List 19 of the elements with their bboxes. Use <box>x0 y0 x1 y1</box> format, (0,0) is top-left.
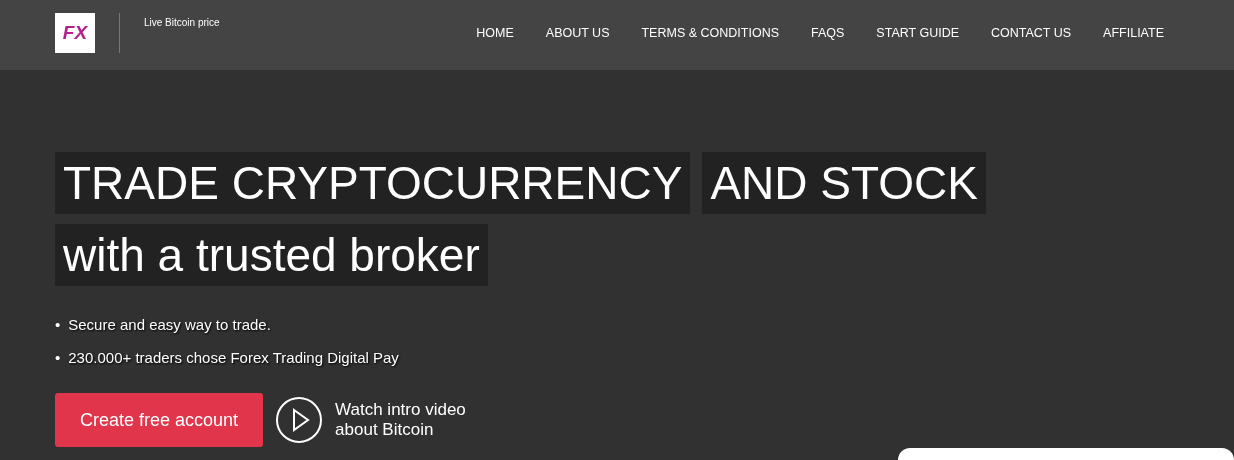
headline: AND STOCK <box>702 152 986 214</box>
create-account-button[interactable]: Create free account <box>55 393 264 447</box>
nav-link[interactable]: CONTACT US <box>991 26 1072 40</box>
bullet-text: 230.000+ traders chose Forex Trading Digital Pay <box>68 349 400 367</box>
play-icon[interactable] <box>275 396 324 444</box>
nav-link[interactable]: FAQS <box>811 26 845 40</box>
bullet-text: Secure and easy way to trade. <box>68 316 272 334</box>
headline: TRADE CRYPTOCURRENCY <box>55 152 691 214</box>
headline: with a trusted broker <box>55 224 488 286</box>
video-link[interactable]: Watch intro video about Bitcoin <box>335 400 486 440</box>
nav-link[interactable]: HOME <box>476 26 514 40</box>
nav-link[interactable]: AFFILIATE <box>1103 26 1164 40</box>
tagline: Live Bitcoin price <box>144 17 220 28</box>
nav-link[interactable]: ABOUT US <box>545 26 610 40</box>
logo[interactable]: FX <box>55 13 95 53</box>
nav-link[interactable]: TERMS & CONDITIONS <box>641 26 779 40</box>
bullet-marker: • <box>55 316 61 334</box>
bullet-marker: • <box>55 349 61 367</box>
nav-link[interactable]: START GUIDE <box>876 26 959 40</box>
